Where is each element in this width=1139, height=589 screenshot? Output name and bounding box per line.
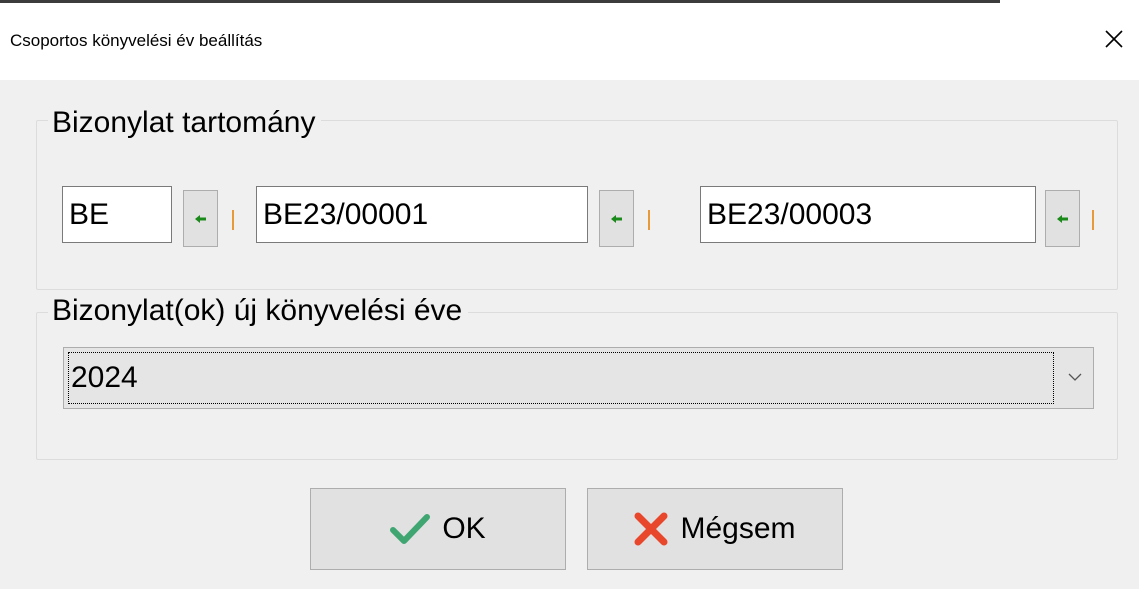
chevron-down-icon[interactable]: [1064, 366, 1086, 388]
from-arrow-button[interactable]: [599, 190, 634, 247]
arrow-left-icon: [1056, 214, 1068, 223]
x-mark-icon: [634, 512, 668, 546]
checkmark-icon: [390, 514, 431, 544]
to-arrow-button[interactable]: [1045, 190, 1080, 247]
arrow-left-icon: [194, 214, 206, 223]
prefix-arrow-button[interactable]: [183, 190, 218, 247]
to-marker: [1092, 210, 1094, 230]
range-group-caption: Bizonylat tartomány: [48, 106, 322, 140]
ok-button[interactable]: OK: [310, 488, 566, 570]
title-bar: Csoportos könyvelési év beállítás: [0, 3, 1139, 80]
to-document-input[interactable]: BE23/00003: [700, 186, 1036, 243]
cancel-button[interactable]: Mégsem: [587, 488, 843, 570]
ok-button-label: OK: [442, 512, 486, 545]
year-group-caption: Bizonylat(ok) új könyvelési éve: [48, 294, 469, 328]
year-select[interactable]: 2024: [63, 347, 1094, 409]
from-marker: [648, 210, 650, 230]
prefix-input[interactable]: BE: [62, 186, 172, 243]
close-icon: [1105, 30, 1123, 48]
prefix-marker: [232, 210, 234, 230]
cancel-button-label: Mégsem: [680, 512, 796, 545]
dialog-body: Bizonylat tartomány BE BE23/00001 BE23/0…: [0, 80, 1139, 589]
year-select-value: 2024: [68, 352, 1054, 404]
arrow-left-icon: [610, 214, 622, 223]
from-document-input[interactable]: BE23/00001: [256, 186, 588, 243]
close-button[interactable]: [1094, 19, 1134, 59]
window-title: Csoportos könyvelési év beállítás: [10, 31, 263, 50]
